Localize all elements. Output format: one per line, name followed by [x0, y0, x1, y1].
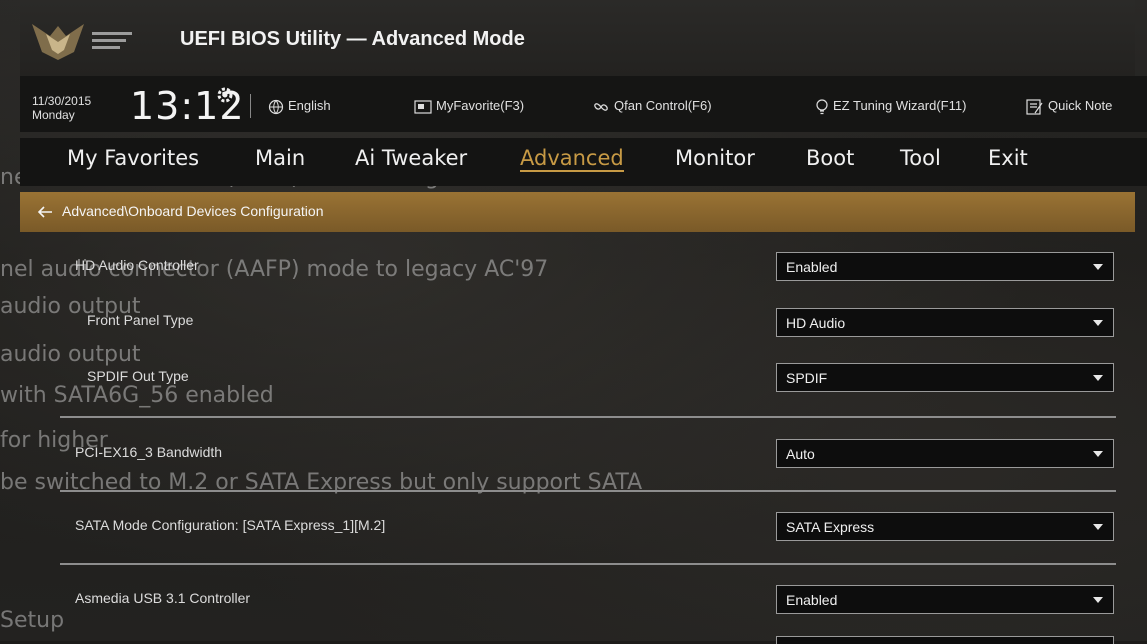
dropdown-value: SPDIF: [786, 370, 828, 386]
ez-tuning-button[interactable]: EZ Tuning Wizard(F11): [815, 98, 966, 115]
bulb-icon: [816, 98, 828, 114]
next-setting-dropdown[interactable]: [776, 636, 1114, 644]
spdif-dropdown[interactable]: SPDIF: [776, 363, 1114, 392]
setting-label-front-panel: Front Panel Type: [87, 312, 194, 328]
chevron-down-icon: [1093, 264, 1103, 270]
toolbar-divider: [250, 94, 251, 118]
tab-ai-tweaker[interactable]: Ai Tweaker: [355, 146, 467, 170]
tab-monitor[interactable]: Monitor: [675, 146, 755, 170]
setting-label-pciex16: PCI-EX16_3 Bandwidth: [75, 444, 223, 460]
dropdown-value: Enabled: [786, 259, 838, 275]
setting-label-sata-mode: SATA Mode Configuration: [SATA Express_1…: [75, 517, 386, 533]
setting-label-hd-audio: HD Audio Controller: [75, 257, 199, 273]
chevron-down-icon: [1093, 524, 1103, 530]
gear-icon[interactable]: [216, 86, 234, 104]
tab-my-favorites[interactable]: My Favorites: [67, 146, 199, 170]
setting-label-asmedia-usb: Asmedia USB 3.1 Controller: [75, 590, 251, 606]
tab-advanced[interactable]: Advanced: [520, 146, 624, 172]
favorite-icon: [414, 99, 432, 114]
app-title: UEFI BIOS Utility — Advanced Mode: [180, 28, 525, 50]
dropdown-value: Enabled: [786, 592, 838, 608]
ghost-text: Setup: [0, 608, 65, 633]
myfavorite-label: MyFavorite(F3): [436, 98, 525, 113]
qfan-label: Qfan Control(F6): [614, 98, 712, 113]
sata-mode-dropdown[interactable]: SATA Express: [776, 512, 1114, 541]
pciex16-bandwidth-dropdown[interactable]: Auto: [776, 439, 1114, 468]
section-divider: [60, 563, 1116, 565]
globe-icon: [268, 99, 284, 114]
qfan-button[interactable]: Qfan Control(F6): [592, 98, 712, 115]
ghost-text: with SATA6G_56 enabled: [0, 383, 274, 408]
dropdown-value: SATA Express: [786, 519, 875, 535]
language-label: English: [288, 98, 331, 113]
tab-tool[interactable]: Tool: [900, 146, 941, 170]
tab-boot[interactable]: Boot: [806, 146, 854, 170]
section-divider: [60, 416, 1116, 418]
chevron-down-icon: [1093, 320, 1103, 326]
day-text: Monday: [32, 108, 75, 122]
back-arrow-icon[interactable]: [36, 204, 54, 218]
chevron-down-icon: [1093, 375, 1103, 381]
ghost-text: audio output: [0, 342, 141, 367]
dropdown-value: Auto: [786, 446, 815, 462]
date-text: 11/30/2015: [32, 94, 92, 108]
note-icon: [1026, 98, 1043, 115]
hd-audio-dropdown[interactable]: Enabled: [776, 252, 1114, 281]
myfavorite-button[interactable]: MyFavorite(F3): [414, 98, 524, 114]
date-display: 11/30/2015 Monday: [32, 94, 91, 122]
tab-exit[interactable]: Exit: [988, 146, 1028, 170]
language-button[interactable]: English: [268, 98, 331, 115]
tab-main[interactable]: Main: [255, 146, 305, 170]
dropdown-value: HD Audio: [786, 315, 846, 331]
quick-note-button[interactable]: Quick Note: [1026, 98, 1112, 115]
fan-icon: [594, 102, 608, 111]
asmedia-usb-dropdown[interactable]: Enabled: [776, 585, 1114, 614]
ez-tuning-label: EZ Tuning Wizard(F11): [833, 98, 967, 113]
quick-note-label: Quick Note: [1048, 98, 1113, 113]
chevron-down-icon: [1093, 451, 1103, 457]
tuf-logo-icon: [28, 14, 148, 64]
front-panel-dropdown[interactable]: HD Audio: [776, 308, 1114, 337]
setting-label-spdif: SPDIF Out Type: [87, 368, 189, 384]
section-divider: [60, 490, 1116, 492]
chevron-down-icon: [1093, 597, 1103, 603]
breadcrumb-path: Advanced\Onboard Devices Configuration: [62, 203, 324, 219]
